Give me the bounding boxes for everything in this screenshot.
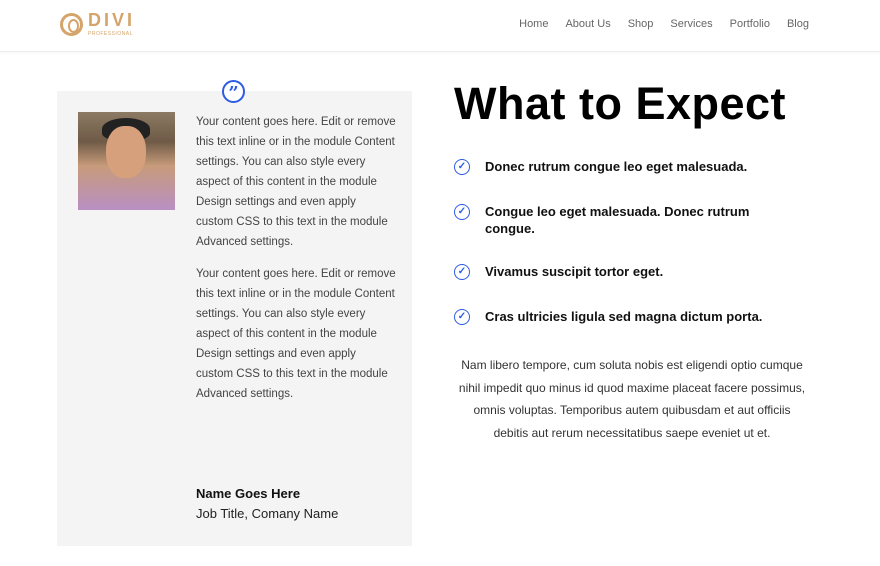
logo-icon (60, 13, 83, 36)
check-icon: ✓ (454, 309, 470, 325)
list-item-text: Vivamus suscipit tortor eget. (485, 264, 664, 279)
page-title: What to Expect (454, 78, 787, 129)
nav-about-us[interactable]: About Us (565, 18, 610, 30)
list-item-text: Congue leo eget malesuada. Donec rutrum … (485, 204, 750, 236)
testimonial-text: Your content goes here. Edit or remove t… (196, 268, 396, 400)
list-item-text: Cras ultricies ligula sed magna dictum p… (485, 309, 763, 324)
list-item-text: Donec rutrum congue leo eget malesuada. (485, 159, 748, 174)
nav-shop[interactable]: Shop (628, 18, 654, 30)
site-header: DIVI PROFESSIONAL Home About Us Shop Serv… (0, 0, 880, 52)
main-nav: Home About Us Shop Services Portfolio Bl… (519, 18, 809, 30)
list-item: ✓ Congue leo eget malesuada. Donec rutrum… (454, 203, 784, 237)
nav-blog[interactable]: Blog (787, 18, 809, 30)
check-icon: ✓ (454, 264, 470, 280)
author-job: Job Title, Comany Name (196, 506, 339, 521)
logo-subtext: PROFESSIONAL (88, 31, 133, 37)
list-item: ✓ Donec rutrum congue leo eget malesuada. (454, 158, 747, 175)
list-item: ✓ Cras ultricies ligula sed magna dictum … (454, 308, 762, 325)
description-paragraph: Nam libero tempore, cum soluta nobis est… (458, 358, 806, 440)
nav-portfolio[interactable]: Portfolio (730, 18, 770, 30)
list-item: ✓ Vivamus suscipit tortor eget. (454, 263, 663, 280)
nav-services[interactable]: Services (670, 18, 712, 30)
logo[interactable]: DIVI PROFESSIONAL (60, 10, 136, 37)
testimonial-text: Your content goes here. Edit or remove t… (196, 116, 396, 248)
logo-text: DIVI (88, 10, 136, 30)
check-icon: ✓ (454, 159, 470, 175)
quote-icon: ” (222, 80, 245, 104)
nav-home[interactable]: Home (519, 18, 548, 30)
avatar (78, 112, 175, 210)
check-icon: ✓ (454, 204, 470, 220)
author-name: Name Goes Here (196, 486, 301, 501)
